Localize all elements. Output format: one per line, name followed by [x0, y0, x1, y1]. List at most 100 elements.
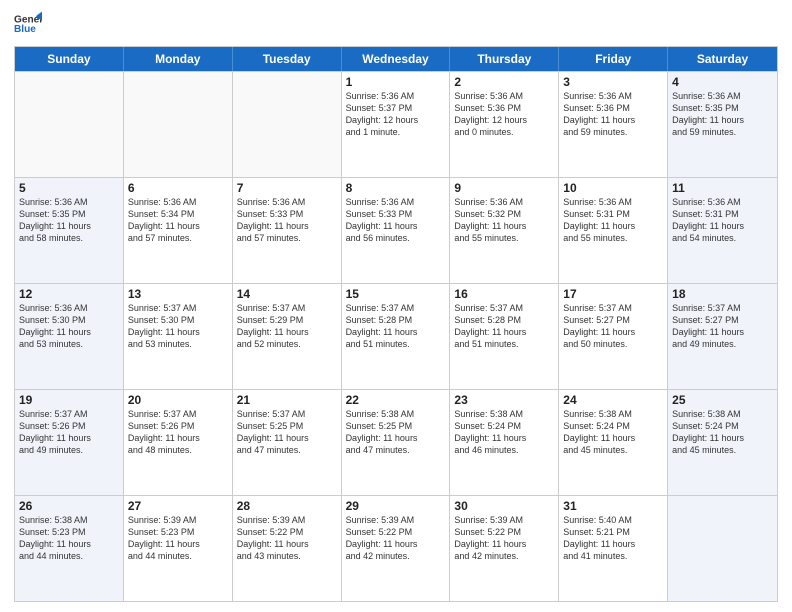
day-number: 19	[19, 393, 119, 407]
calendar-row: 19Sunrise: 5:37 AM Sunset: 5:26 PM Dayli…	[15, 389, 777, 495]
day-info: Sunrise: 5:37 AM Sunset: 5:27 PM Dayligh…	[672, 302, 773, 351]
day-info: Sunrise: 5:39 AM Sunset: 5:22 PM Dayligh…	[454, 514, 554, 563]
day-number: 14	[237, 287, 337, 301]
day-number: 6	[128, 181, 228, 195]
day-info: Sunrise: 5:40 AM Sunset: 5:21 PM Dayligh…	[563, 514, 663, 563]
day-number: 8	[346, 181, 446, 195]
calendar-cell: 4Sunrise: 5:36 AM Sunset: 5:35 PM Daylig…	[668, 72, 777, 177]
calendar-cell: 15Sunrise: 5:37 AM Sunset: 5:28 PM Dayli…	[342, 284, 451, 389]
calendar-cell: 8Sunrise: 5:36 AM Sunset: 5:33 PM Daylig…	[342, 178, 451, 283]
day-number: 5	[19, 181, 119, 195]
weekday-header: Saturday	[668, 47, 777, 71]
day-info: Sunrise: 5:37 AM Sunset: 5:27 PM Dayligh…	[563, 302, 663, 351]
day-number: 3	[563, 75, 663, 89]
calendar-cell: 12Sunrise: 5:36 AM Sunset: 5:30 PM Dayli…	[15, 284, 124, 389]
calendar-cell: 27Sunrise: 5:39 AM Sunset: 5:23 PM Dayli…	[124, 496, 233, 601]
calendar-cell: 24Sunrise: 5:38 AM Sunset: 5:24 PM Dayli…	[559, 390, 668, 495]
day-info: Sunrise: 5:37 AM Sunset: 5:26 PM Dayligh…	[19, 408, 119, 457]
day-number: 7	[237, 181, 337, 195]
calendar-cell: 25Sunrise: 5:38 AM Sunset: 5:24 PM Dayli…	[668, 390, 777, 495]
day-info: Sunrise: 5:37 AM Sunset: 5:30 PM Dayligh…	[128, 302, 228, 351]
day-number: 25	[672, 393, 773, 407]
calendar-cell: 3Sunrise: 5:36 AM Sunset: 5:36 PM Daylig…	[559, 72, 668, 177]
weekday-header: Friday	[559, 47, 668, 71]
day-info: Sunrise: 5:38 AM Sunset: 5:24 PM Dayligh…	[563, 408, 663, 457]
calendar-cell: 11Sunrise: 5:36 AM Sunset: 5:31 PM Dayli…	[668, 178, 777, 283]
day-info: Sunrise: 5:38 AM Sunset: 5:25 PM Dayligh…	[346, 408, 446, 457]
header: General Blue	[14, 10, 778, 38]
calendar-cell: 23Sunrise: 5:38 AM Sunset: 5:24 PM Dayli…	[450, 390, 559, 495]
calendar-cell: 17Sunrise: 5:37 AM Sunset: 5:27 PM Dayli…	[559, 284, 668, 389]
weekday-header: Thursday	[450, 47, 559, 71]
day-info: Sunrise: 5:39 AM Sunset: 5:22 PM Dayligh…	[346, 514, 446, 563]
weekday-header: Monday	[124, 47, 233, 71]
calendar-cell	[233, 72, 342, 177]
day-info: Sunrise: 5:36 AM Sunset: 5:35 PM Dayligh…	[672, 90, 773, 139]
calendar-cell: 20Sunrise: 5:37 AM Sunset: 5:26 PM Dayli…	[124, 390, 233, 495]
calendar-cell: 22Sunrise: 5:38 AM Sunset: 5:25 PM Dayli…	[342, 390, 451, 495]
calendar-body: 1Sunrise: 5:36 AM Sunset: 5:37 PM Daylig…	[15, 71, 777, 601]
day-number: 27	[128, 499, 228, 513]
weekday-header: Tuesday	[233, 47, 342, 71]
day-number: 17	[563, 287, 663, 301]
calendar-row: 12Sunrise: 5:36 AM Sunset: 5:30 PM Dayli…	[15, 283, 777, 389]
calendar-cell: 19Sunrise: 5:37 AM Sunset: 5:26 PM Dayli…	[15, 390, 124, 495]
calendar-cell	[668, 496, 777, 601]
calendar-cell: 28Sunrise: 5:39 AM Sunset: 5:22 PM Dayli…	[233, 496, 342, 601]
day-number: 10	[563, 181, 663, 195]
day-number: 12	[19, 287, 119, 301]
calendar-cell: 9Sunrise: 5:36 AM Sunset: 5:32 PM Daylig…	[450, 178, 559, 283]
calendar: SundayMondayTuesdayWednesdayThursdayFrid…	[14, 46, 778, 602]
calendar-cell	[124, 72, 233, 177]
calendar-cell: 16Sunrise: 5:37 AM Sunset: 5:28 PM Dayli…	[450, 284, 559, 389]
calendar-cell	[15, 72, 124, 177]
day-number: 21	[237, 393, 337, 407]
day-number: 16	[454, 287, 554, 301]
day-number: 18	[672, 287, 773, 301]
day-info: Sunrise: 5:36 AM Sunset: 5:34 PM Dayligh…	[128, 196, 228, 245]
calendar-cell: 21Sunrise: 5:37 AM Sunset: 5:25 PM Dayli…	[233, 390, 342, 495]
day-number: 26	[19, 499, 119, 513]
day-info: Sunrise: 5:37 AM Sunset: 5:26 PM Dayligh…	[128, 408, 228, 457]
calendar-cell: 14Sunrise: 5:37 AM Sunset: 5:29 PM Dayli…	[233, 284, 342, 389]
calendar-cell: 18Sunrise: 5:37 AM Sunset: 5:27 PM Dayli…	[668, 284, 777, 389]
day-number: 9	[454, 181, 554, 195]
page: General Blue SundayMondayTuesdayWednesda…	[0, 0, 792, 612]
day-number: 29	[346, 499, 446, 513]
day-info: Sunrise: 5:36 AM Sunset: 5:31 PM Dayligh…	[563, 196, 663, 245]
calendar-row: 5Sunrise: 5:36 AM Sunset: 5:35 PM Daylig…	[15, 177, 777, 283]
day-info: Sunrise: 5:36 AM Sunset: 5:35 PM Dayligh…	[19, 196, 119, 245]
day-number: 28	[237, 499, 337, 513]
calendar-cell: 2Sunrise: 5:36 AM Sunset: 5:36 PM Daylig…	[450, 72, 559, 177]
day-number: 24	[563, 393, 663, 407]
day-number: 31	[563, 499, 663, 513]
calendar-header: SundayMondayTuesdayWednesdayThursdayFrid…	[15, 47, 777, 71]
svg-text:Blue: Blue	[14, 24, 36, 35]
day-info: Sunrise: 5:38 AM Sunset: 5:24 PM Dayligh…	[672, 408, 773, 457]
calendar-cell: 30Sunrise: 5:39 AM Sunset: 5:22 PM Dayli…	[450, 496, 559, 601]
day-number: 2	[454, 75, 554, 89]
calendar-cell: 10Sunrise: 5:36 AM Sunset: 5:31 PM Dayli…	[559, 178, 668, 283]
calendar-cell: 6Sunrise: 5:36 AM Sunset: 5:34 PM Daylig…	[124, 178, 233, 283]
day-number: 11	[672, 181, 773, 195]
day-info: Sunrise: 5:36 AM Sunset: 5:30 PM Dayligh…	[19, 302, 119, 351]
day-number: 1	[346, 75, 446, 89]
day-info: Sunrise: 5:37 AM Sunset: 5:29 PM Dayligh…	[237, 302, 337, 351]
day-info: Sunrise: 5:37 AM Sunset: 5:28 PM Dayligh…	[454, 302, 554, 351]
day-info: Sunrise: 5:36 AM Sunset: 5:33 PM Dayligh…	[237, 196, 337, 245]
day-number: 13	[128, 287, 228, 301]
day-info: Sunrise: 5:36 AM Sunset: 5:36 PM Dayligh…	[563, 90, 663, 139]
calendar-cell: 31Sunrise: 5:40 AM Sunset: 5:21 PM Dayli…	[559, 496, 668, 601]
day-info: Sunrise: 5:38 AM Sunset: 5:24 PM Dayligh…	[454, 408, 554, 457]
day-info: Sunrise: 5:38 AM Sunset: 5:23 PM Dayligh…	[19, 514, 119, 563]
day-info: Sunrise: 5:36 AM Sunset: 5:32 PM Dayligh…	[454, 196, 554, 245]
day-info: Sunrise: 5:37 AM Sunset: 5:25 PM Dayligh…	[237, 408, 337, 457]
day-info: Sunrise: 5:39 AM Sunset: 5:22 PM Dayligh…	[237, 514, 337, 563]
day-info: Sunrise: 5:36 AM Sunset: 5:36 PM Dayligh…	[454, 90, 554, 139]
weekday-header: Wednesday	[342, 47, 451, 71]
day-number: 22	[346, 393, 446, 407]
logo-icon: General Blue	[14, 10, 42, 38]
day-number: 30	[454, 499, 554, 513]
day-info: Sunrise: 5:36 AM Sunset: 5:33 PM Dayligh…	[346, 196, 446, 245]
calendar-cell: 13Sunrise: 5:37 AM Sunset: 5:30 PM Dayli…	[124, 284, 233, 389]
